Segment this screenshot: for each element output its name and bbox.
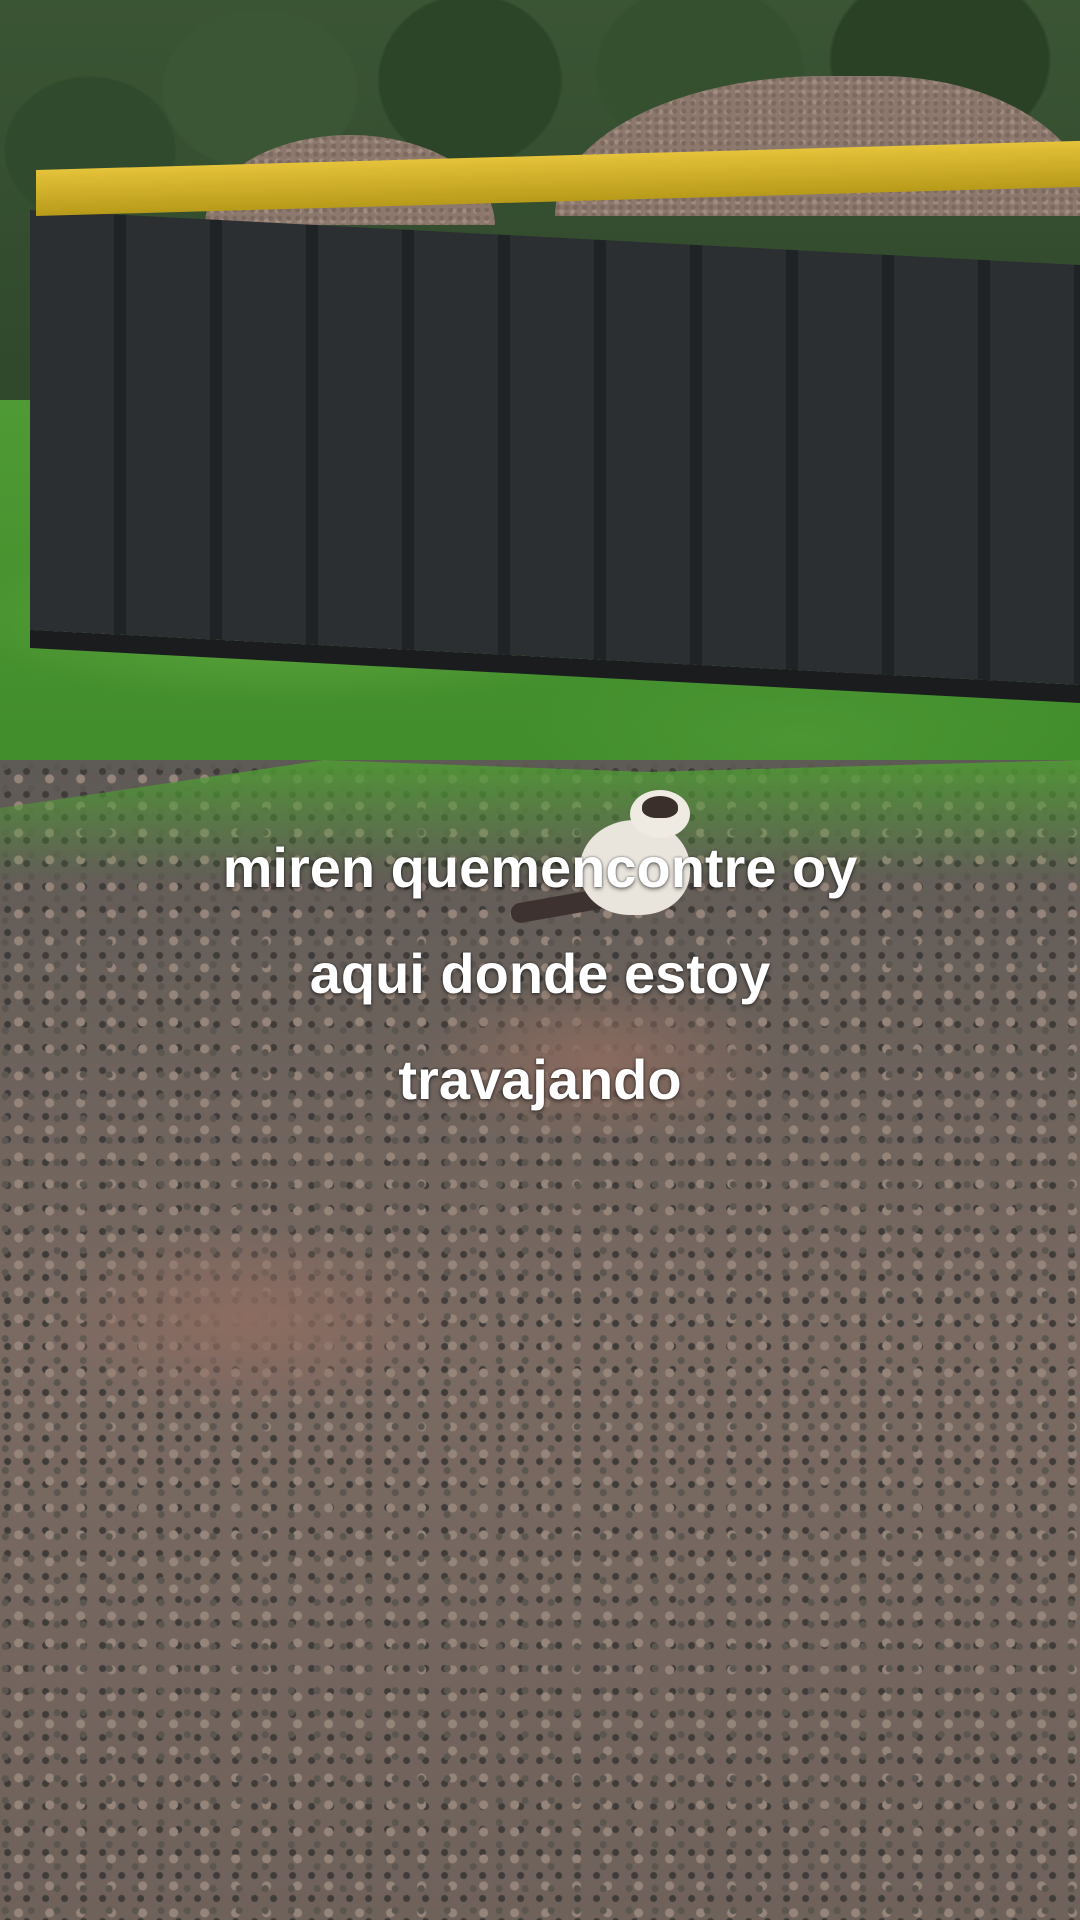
dumpster-container — [30, 210, 1080, 686]
caption-line-3: travajando — [398, 1048, 682, 1111]
overlay-caption: miren quemencontre oy aqui donde estoy t… — [60, 815, 1020, 1133]
caption-line-2: aqui donde estoy — [309, 942, 771, 1005]
photo-scene: miren quemencontre oy aqui donde estoy t… — [0, 0, 1080, 1920]
caption-line-1: miren quemencontre oy — [222, 836, 858, 899]
